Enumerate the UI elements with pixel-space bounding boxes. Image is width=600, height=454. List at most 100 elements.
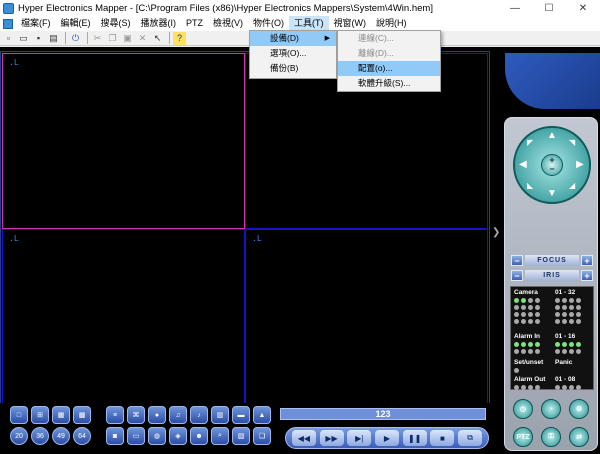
menu-window[interactable]: 視窗(W) <box>329 16 372 31</box>
fast-forward-button[interactable]: ▶▶ <box>319 430 344 446</box>
layout-49-icon[interactable]: 49 <box>52 427 70 445</box>
layout-16-icon[interactable]: ▩ <box>73 406 91 424</box>
layout-20-icon[interactable]: 20 <box>10 427 28 445</box>
network-icon[interactable]: ⌘ <box>127 406 145 424</box>
lock-button[interactable]: ⚿ <box>541 427 561 447</box>
pause-button[interactable]: ❚❚ <box>402 430 427 446</box>
up-arrow-icon[interactable]: ▲ <box>547 130 557 141</box>
open-folder-icon[interactable]: ▭ <box>17 32 30 45</box>
window-icon[interactable]: ❏ <box>253 427 271 445</box>
clip-button[interactable]: ⧉ <box>458 430 483 446</box>
menu-edit[interactable]: 編輯(E) <box>56 16 96 31</box>
menu-file[interactable]: 檔案(F) <box>16 16 56 31</box>
config-button[interactable]: ⚙ <box>569 399 589 419</box>
system-menu-icon[interactable] <box>3 18 13 29</box>
power-icon[interactable]: ⏻ <box>69 32 82 45</box>
menu-search[interactable]: 搜尋(S) <box>96 16 136 31</box>
iris-label: IRIS <box>525 270 579 281</box>
pane-label: .L <box>9 234 19 243</box>
snapshot-icon[interactable]: ◙ <box>106 427 124 445</box>
menu-item-configure[interactable]: 配置(o)... <box>338 61 440 76</box>
menu-object[interactable]: 物件(O) <box>248 16 289 31</box>
collapse-arrow-icon[interactable]: ❯ <box>492 227 500 238</box>
menu-tools[interactable]: 工具(T) <box>289 16 329 31</box>
status-led <box>514 312 519 317</box>
status-led <box>528 312 533 317</box>
search-icon[interactable]: ⌕ <box>211 427 229 445</box>
focus-row: − FOCUS + <box>511 255 593 266</box>
focus-minus-button[interactable]: − <box>511 255 523 266</box>
alarm-out-label: Alarm Out <box>514 376 546 383</box>
pointer-icon[interactable]: ↖ <box>151 32 164 45</box>
cut-icon[interactable]: ✂ <box>91 32 104 45</box>
rewind-button[interactable]: ◀◀ <box>291 430 316 446</box>
close-button[interactable]: ✕ <box>566 0 600 16</box>
up-left-arrow-icon[interactable]: ◤ <box>527 138 533 147</box>
network-button[interactable]: ⇄ <box>569 427 589 447</box>
save-icon[interactable]: ▪ <box>32 32 45 45</box>
ptz-button[interactable]: PTZ <box>513 427 533 447</box>
clock-button[interactable]: ◷ <box>513 399 533 419</box>
menu-item-options[interactable]: 選項(O)... <box>250 46 336 61</box>
layout-9-icon[interactable]: ▦ <box>52 406 70 424</box>
mic-icon[interactable]: ♪ <box>190 406 208 424</box>
copy-icon[interactable]: ❐ <box>106 32 119 45</box>
zoom-out-icon[interactable]: − <box>549 165 554 174</box>
up-right-arrow-icon[interactable]: ◥ <box>569 138 575 147</box>
play-button[interactable]: ▶ <box>374 430 399 446</box>
menu-item-device[interactable]: 設備(D) ▶ <box>250 31 336 46</box>
down-right-arrow-icon[interactable]: ◢ <box>569 181 575 190</box>
menu-item-backup[interactable]: 備份(B) <box>250 61 336 76</box>
down-arrow-icon[interactable]: ▼ <box>547 188 557 199</box>
status-led <box>555 298 560 303</box>
video-grid: .L .L .L .L <box>0 51 490 451</box>
delete-icon[interactable]: ✕ <box>136 32 149 45</box>
video-pane[interactable]: .L <box>2 229 245 405</box>
app-icon <box>3 2 14 14</box>
panic-label: Panic <box>555 359 573 366</box>
left-arrow-icon[interactable]: ◀ <box>519 159 527 170</box>
status-led <box>521 298 526 303</box>
record-icon[interactable]: ● <box>148 406 166 424</box>
menu-item-firmware-upgrade[interactable]: 軟體升級(S)... <box>338 76 440 91</box>
dvr-icon[interactable]: ▬ <box>232 406 250 424</box>
storage-icon[interactable]: ▥ <box>211 406 229 424</box>
down-left-arrow-icon[interactable]: ◣ <box>527 181 533 190</box>
menu-player[interactable]: 播放器(I) <box>136 16 182 31</box>
right-arrow-icon[interactable]: ▶ <box>576 159 584 170</box>
ptz-joystick[interactable]: ▲ ▼ ◀ ▶ ◤ ◥ ◣ ◢ + − <box>513 126 591 204</box>
video-pane[interactable]: .L <box>2 53 245 229</box>
globe-icon[interactable]: ◍ <box>148 427 166 445</box>
zoom-center-button[interactable]: + − <box>541 154 563 176</box>
print-icon[interactable]: ▤ <box>47 32 60 45</box>
user-icon[interactable]: ☻ <box>190 427 208 445</box>
maximize-button[interactable]: ☐ <box>532 0 566 16</box>
layout-36-icon[interactable]: 36 <box>31 427 49 445</box>
iris-minus-button[interactable]: − <box>511 270 523 281</box>
stop-button[interactable]: ■ <box>430 430 455 446</box>
schedule-button[interactable]: ◔ <box>541 399 561 419</box>
menu-view[interactable]: 檢視(V) <box>208 16 248 31</box>
help-icon[interactable]: ? <box>173 31 186 45</box>
chat-icon[interactable]: ◈ <box>169 427 187 445</box>
layout-64-icon[interactable]: 64 <box>73 427 91 445</box>
step-button[interactable]: ▶| <box>347 430 372 446</box>
alert-icon[interactable]: ▲ <box>253 406 271 424</box>
status-led <box>535 349 540 354</box>
minimize-button[interactable]: — <box>498 0 532 16</box>
seq-icon[interactable]: ≡ <box>106 406 124 424</box>
status-led <box>535 312 540 317</box>
menu-help[interactable]: 說明(H) <box>371 16 412 31</box>
video-pane[interactable]: .L <box>245 229 488 405</box>
layout-4-icon[interactable]: ⊞ <box>31 406 49 424</box>
submenu-arrow-icon: ▶ <box>324 35 330 42</box>
screen-icon[interactable]: ▭ <box>127 427 145 445</box>
menu-ptz[interactable]: PTZ <box>181 16 208 31</box>
layout-1-icon[interactable]: □ <box>10 406 28 424</box>
headphone-icon[interactable]: ♫ <box>169 406 187 424</box>
focus-plus-button[interactable]: + <box>581 255 593 266</box>
iris-plus-button[interactable]: + <box>581 270 593 281</box>
new-file-icon[interactable]: ▫ <box>2 32 15 45</box>
image-icon[interactable]: ▧ <box>232 427 250 445</box>
paste-icon[interactable]: ▣ <box>121 32 134 45</box>
